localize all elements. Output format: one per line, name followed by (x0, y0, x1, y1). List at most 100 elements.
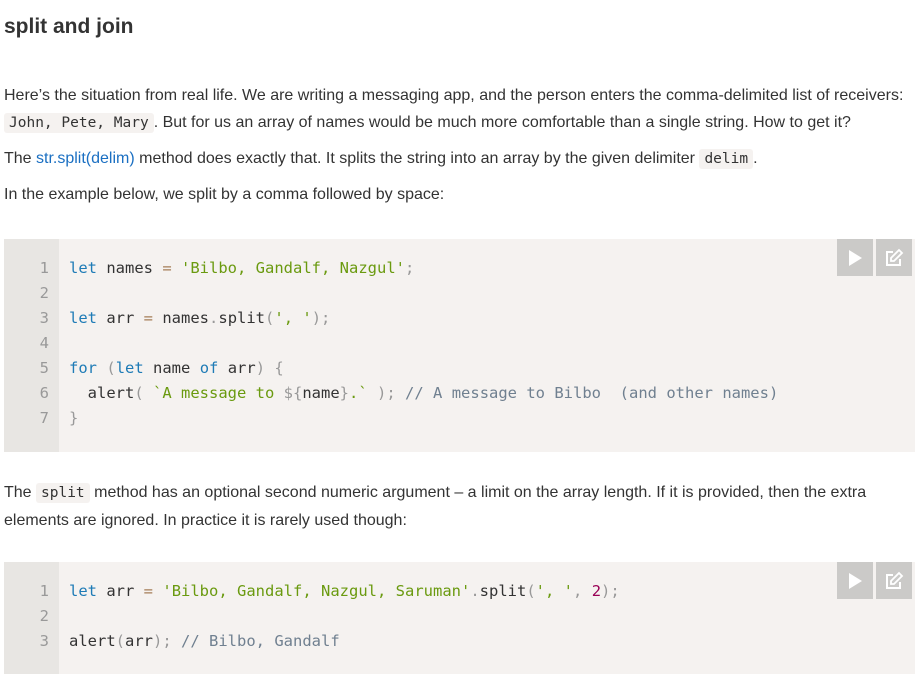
code-token: } (339, 384, 350, 402)
code-token: split (218, 309, 266, 327)
code-token: names (97, 259, 163, 277)
code-token: `A message to (153, 384, 284, 402)
line-number: 5 (39, 359, 49, 377)
code-token: of (199, 359, 219, 377)
paragraph-example: In the example below, we split by a comm… (4, 186, 445, 203)
code-token: = (143, 582, 154, 600)
code-token: let (69, 582, 97, 600)
line-number: 6 (39, 384, 49, 402)
code-token: ); (377, 384, 396, 402)
code-lines: let arr = 'Bilbo, Gandalf, Nazgul, Sarum… (59, 562, 620, 674)
edit-button[interactable] (876, 562, 912, 599)
code-token: // A message to Bilbo (and other names) (395, 384, 779, 402)
code-line: for (let name of arr) { (69, 356, 778, 381)
paragraph-split: The str.split(delim) method does exactly… (4, 145, 917, 173)
line-number: 1 (39, 259, 49, 277)
line-number: 7 (39, 409, 49, 427)
code-line: } (69, 406, 778, 431)
code-token: 'Bilbo, Gandalf, Nazgul, Saruman' (162, 582, 471, 600)
code-token: = (162, 259, 172, 277)
text: . (753, 150, 758, 167)
code-token: ', ' (274, 309, 312, 327)
code-token: { (274, 359, 284, 377)
code-token: name (143, 359, 200, 377)
line-number: 2 (39, 284, 49, 302)
code-token: arr (125, 632, 154, 650)
code-lines: let names = 'Bilbo, Gandalf, Nazgul'; le… (59, 239, 778, 452)
edit-button[interactable] (876, 239, 912, 276)
code-token: ( (134, 384, 144, 402)
code-token: let (115, 359, 144, 377)
code-token: alert (69, 632, 116, 650)
run-button[interactable] (837, 239, 873, 276)
code-token: 'Bilbo, Gandalf, Nazgul' (181, 259, 405, 277)
code-line: alert(arr); // Bilbo, Gandalf (69, 629, 620, 654)
line-number: 3 (39, 309, 49, 327)
text: The (4, 150, 37, 167)
code-token: split (479, 582, 527, 600)
code-token: = (143, 309, 154, 327)
code-token: let (69, 309, 97, 327)
section-heading: split and join (4, 15, 134, 38)
code-token: ( (106, 359, 116, 377)
code-token: ; (404, 259, 415, 277)
play-icon (849, 249, 862, 266)
code-line: let arr = 'Bilbo, Gandalf, Nazgul, Sarum… (69, 579, 620, 604)
line-number: 2 (39, 607, 49, 625)
code-token: , (573, 582, 583, 600)
code-example-1: 1 2 3 4 5 6 7 let names = 'Bilbo, Gandalf, Naz… (4, 239, 915, 452)
code-line: let names = 'Bilbo, Gandalf, Nazgul'; (69, 256, 778, 281)
code-token: let (69, 259, 97, 277)
paragraph-intro: Here’s the situation from real life. We … (4, 82, 917, 137)
code-token: ); (311, 309, 331, 327)
inline-code: John, Pete, Mary (4, 113, 154, 133)
line-numbers: 1 2 3 4 5 6 7 (4, 239, 59, 452)
code-token: arr (218, 359, 256, 377)
str-split-link[interactable]: str.split(delim) (36, 150, 135, 167)
line-number: 3 (39, 632, 49, 650)
code-token: names (153, 309, 210, 327)
code-token: ${ (283, 384, 303, 402)
edit-icon (886, 571, 904, 589)
edit-icon (886, 248, 904, 266)
text: method does exactly that. It splits the … (134, 150, 700, 167)
code-token: ); (601, 582, 620, 600)
code-token: ( (526, 582, 536, 600)
paragraph-limit: The split method has an optional second … (4, 479, 917, 534)
text: Here’s the situation from real life. We … (4, 87, 904, 104)
code-token: alert (69, 384, 135, 402)
run-button[interactable] (837, 562, 873, 599)
code-token: ) (255, 359, 266, 377)
code-token: .` (349, 384, 368, 402)
code-token: ); (153, 632, 172, 650)
line-number: 1 (39, 582, 49, 600)
code-token: name (302, 384, 340, 402)
code-token: // Bilbo, Gandalf (171, 632, 340, 650)
text: The (4, 484, 37, 501)
code-token: } (69, 409, 79, 427)
code-line: alert( `A message to ${name}.` ); // A m… (69, 381, 779, 406)
line-number: 4 (39, 334, 49, 352)
code-token: for (69, 359, 97, 377)
code-example-2: 1 2 3 let arr = 'Bilbo, Gandalf, Nazgul, S… (4, 562, 915, 674)
play-icon (849, 572, 862, 589)
code-token: 2 (591, 582, 602, 600)
code-token: . (470, 582, 480, 600)
code-token: . (209, 309, 219, 327)
text: method has an optional second numeric ar… (4, 484, 867, 529)
inline-code: delim (699, 149, 754, 169)
code-line: let arr = names.split(', '); (69, 306, 778, 331)
code-token: arr (97, 309, 144, 327)
code-token: ( (265, 309, 275, 327)
inline-code: split (36, 483, 90, 503)
text: . But for us an array of names would be … (153, 114, 851, 131)
